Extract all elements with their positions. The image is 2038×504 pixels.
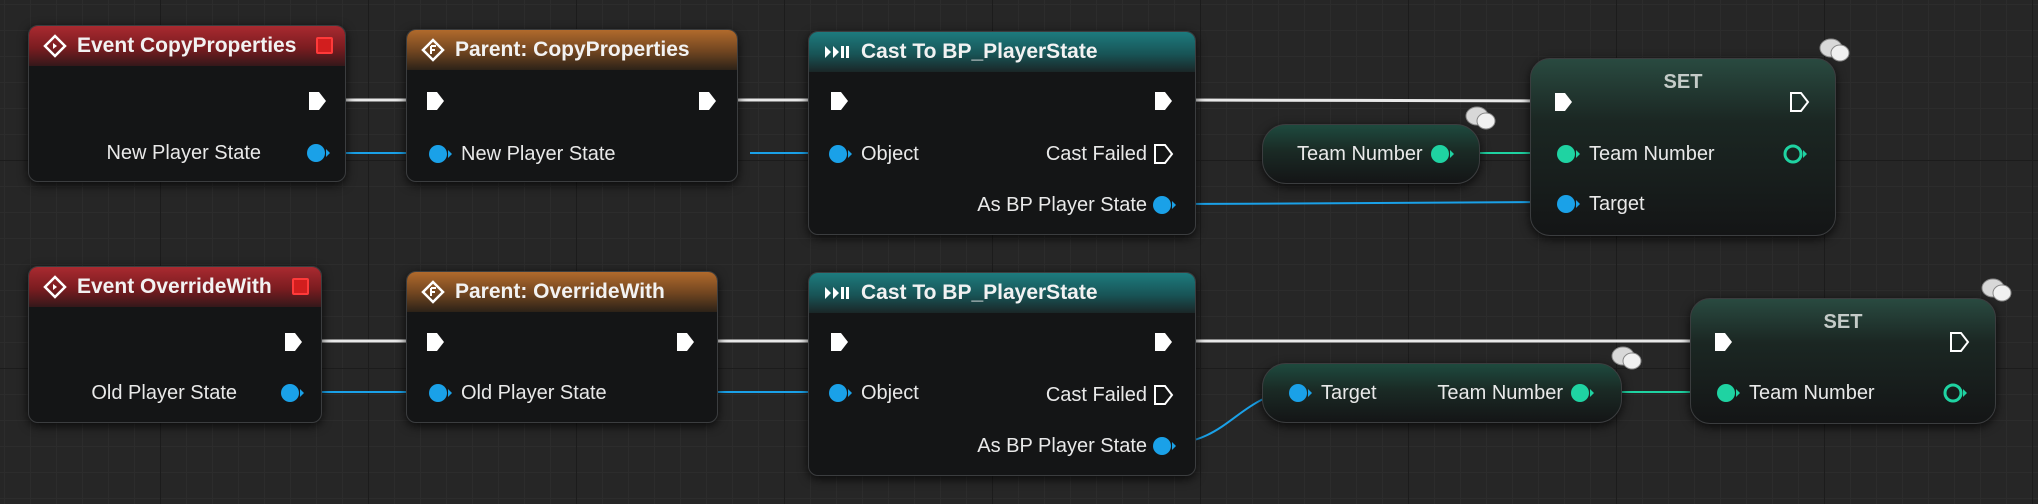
pin-label: As BP Player State — [977, 194, 1147, 216]
node-title: Parent: OverrideWith — [455, 280, 665, 303]
node-header[interactable]: Cast To BP_PlayerState — [809, 273, 1195, 313]
integer-pin-icon[interactable] — [1781, 143, 1809, 165]
cast-icon — [823, 42, 851, 62]
exec-wire — [1179, 98, 1557, 103]
node-header[interactable]: Event CopyProperties — [29, 26, 345, 66]
set-team-number-node[interactable]: SET Team Number Target — [1530, 58, 1836, 236]
exec-pin-icon[interactable] — [673, 330, 697, 354]
exec-pin-icon[interactable] — [695, 89, 719, 113]
object-pin-icon[interactable] — [827, 143, 853, 165]
node-header[interactable]: Parent: CopyProperties — [407, 30, 737, 70]
pin-label: As BP Player State — [977, 435, 1147, 457]
object-pin-icon[interactable] — [427, 382, 453, 404]
node-title: Event OverrideWith — [77, 275, 272, 298]
exec-pin-icon[interactable] — [1151, 142, 1175, 166]
stop-icon — [292, 278, 309, 295]
object-pin-icon[interactable] — [279, 382, 305, 404]
comment-bubble-icon[interactable] — [1610, 344, 1644, 372]
pin-label: Target — [1321, 382, 1377, 404]
exec-pin-icon[interactable] — [827, 89, 851, 113]
comment-bubble-icon[interactable] — [1980, 276, 2014, 304]
cast-to-bp-playerstate-node[interactable]: Cast To BP_PlayerState Object Cast Faile… — [808, 272, 1196, 476]
node-header[interactable]: Cast To BP_PlayerState — [809, 32, 1195, 72]
pin-label: New Player State — [461, 143, 616, 165]
integer-pin-icon[interactable] — [1941, 382, 1969, 404]
exec-pin-icon[interactable] — [1711, 330, 1735, 354]
exec-pin-icon[interactable] — [827, 330, 851, 354]
team-number-getter-node[interactable]: Target Team Number — [1262, 363, 1622, 423]
object-pin-icon[interactable] — [427, 143, 453, 165]
comment-bubble-icon[interactable] — [1818, 36, 1852, 64]
exec-pin-icon[interactable] — [1551, 90, 1575, 114]
parent-copyproperties-node[interactable]: Parent: CopyProperties New Player State — [406, 29, 738, 182]
function-icon — [421, 38, 445, 62]
cast-icon — [823, 283, 851, 303]
object-pin-icon[interactable] — [827, 382, 853, 404]
integer-pin-icon[interactable] — [1715, 382, 1741, 404]
team-number-getter-node[interactable]: Team Number — [1262, 124, 1480, 184]
pin-label: Old Player State — [461, 382, 607, 404]
pin-label: New Player State — [106, 142, 261, 164]
pin-label: Cast Failed — [1045, 384, 1147, 406]
node-title: Parent: CopyProperties — [455, 38, 690, 61]
node-header[interactable]: Event OverrideWith — [29, 267, 321, 307]
pin-label: Old Player State — [91, 382, 237, 404]
exec-pin-icon[interactable] — [1151, 89, 1175, 113]
cast-to-bp-playerstate-node[interactable]: Cast To BP_PlayerState Object Cast Faile… — [808, 31, 1196, 235]
event-overridewith-node[interactable]: Event OverrideWith Old Player State — [28, 266, 322, 423]
integer-pin-icon[interactable] — [1555, 143, 1581, 165]
pin-label: Team Number — [1589, 143, 1715, 165]
node-title: Cast To BP_PlayerState — [861, 40, 1098, 63]
function-icon — [421, 280, 445, 304]
integer-pin-icon[interactable] — [1429, 143, 1455, 165]
pin-label: Object — [861, 382, 919, 404]
node-title: Event CopyProperties — [77, 34, 297, 57]
object-pin-icon[interactable] — [1151, 194, 1177, 216]
exec-pin-icon[interactable] — [1151, 383, 1175, 407]
pin-label: Target — [1589, 193, 1645, 215]
object-wire — [1165, 201, 1557, 205]
exec-pin-icon[interactable] — [305, 89, 329, 113]
pin-label: Team Number — [1749, 382, 1875, 404]
pin-label: Team Number — [1297, 143, 1423, 165]
node-header[interactable]: Parent: OverrideWith — [407, 272, 717, 312]
node-title: Cast To BP_PlayerState — [861, 281, 1098, 304]
exec-pin-icon[interactable] — [1151, 330, 1175, 354]
object-pin-icon[interactable] — [305, 142, 331, 164]
pin-label: Team Number — [1437, 382, 1563, 404]
pin-label: Cast Failed — [1045, 143, 1147, 165]
event-icon — [43, 275, 67, 299]
exec-pin-icon[interactable] — [423, 89, 447, 113]
set-team-number-node[interactable]: SET Team Number — [1690, 298, 1996, 424]
event-copyproperties-node[interactable]: Event CopyProperties New Player State — [28, 25, 346, 182]
pin-label: Object — [861, 143, 919, 165]
exec-pin-icon[interactable] — [1787, 90, 1811, 114]
stop-icon — [316, 37, 333, 54]
object-pin-icon[interactable] — [1287, 382, 1313, 404]
object-pin-icon[interactable] — [1151, 435, 1177, 457]
event-icon — [43, 34, 67, 58]
exec-pin-icon[interactable] — [281, 330, 305, 354]
object-pin-icon[interactable] — [1555, 193, 1581, 215]
exec-pin-icon[interactable] — [1947, 330, 1971, 354]
comment-bubble-icon[interactable] — [1464, 104, 1498, 132]
exec-pin-icon[interactable] — [423, 330, 447, 354]
parent-overridewith-node[interactable]: Parent: OverrideWith Old Player State — [406, 271, 718, 423]
integer-pin-icon[interactable] — [1569, 382, 1595, 404]
